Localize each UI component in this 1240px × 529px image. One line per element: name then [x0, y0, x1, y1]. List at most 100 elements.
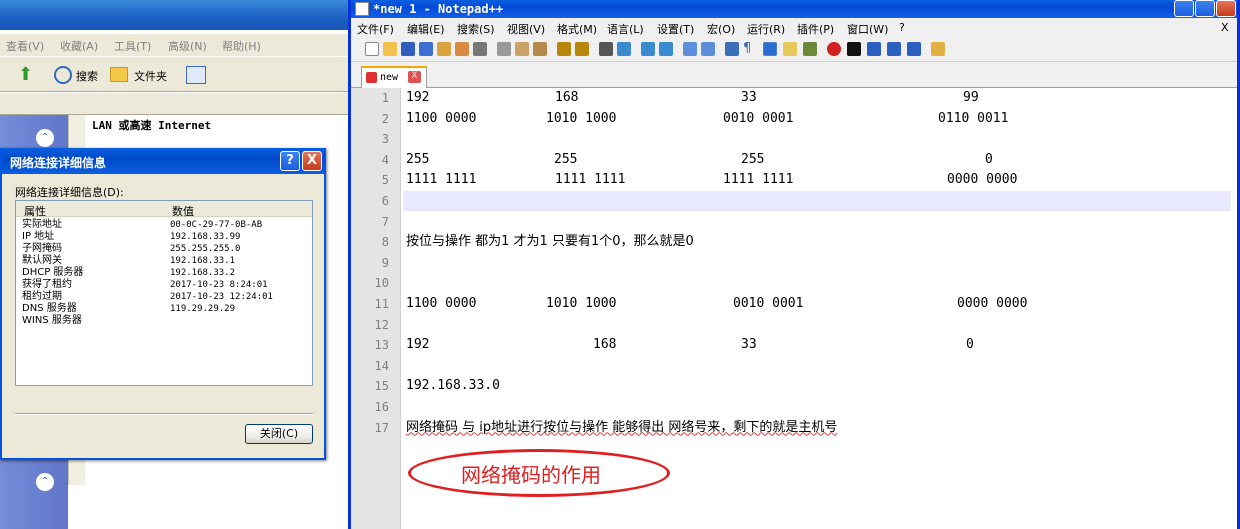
dialog-separator: [15, 413, 313, 415]
stop-macro-icon[interactable]: [847, 42, 861, 56]
document-close-icon[interactable]: X: [1221, 21, 1229, 34]
paste-icon[interactable]: [533, 42, 547, 56]
close-button[interactable]: 关闭(C): [245, 424, 313, 444]
notepad-app-icon: [355, 2, 369, 16]
menu-advanced[interactable]: 高级(N): [168, 38, 207, 54]
list-item[interactable]: DNS 服务器 119.29.29.29: [16, 303, 312, 315]
help-button[interactable]: ?: [280, 151, 300, 171]
folder-icon[interactable]: [110, 67, 128, 82]
record-macro-icon[interactable]: [827, 42, 841, 56]
text-cell: 0000 0000: [947, 172, 1018, 188]
close-file-icon[interactable]: [437, 42, 451, 56]
play-macro-icon[interactable]: [867, 42, 881, 56]
tab-close-icon[interactable]: X: [408, 71, 421, 83]
menu-tools[interactable]: 工具(T): [114, 38, 151, 54]
collapse-icon[interactable]: ⌃: [36, 473, 54, 491]
menu-edit[interactable]: 编辑(E): [407, 21, 445, 37]
print-icon[interactable]: [473, 42, 487, 56]
menu-window[interactable]: 窗口(W): [847, 21, 888, 37]
tab-new[interactable]: new X: [361, 66, 427, 88]
up-folder-icon[interactable]: ⬆: [18, 66, 36, 84]
sync-horizontal-icon[interactable]: [701, 42, 715, 56]
property-value: 192.168.33.99: [170, 232, 241, 242]
save-icon[interactable]: [401, 42, 415, 56]
menu-view[interactable]: 视图(V): [507, 21, 545, 37]
text-cell: 168: [593, 337, 617, 353]
text-cell: 192.168.33.0: [406, 378, 500, 394]
open-file-icon[interactable]: [383, 42, 397, 56]
zoom-in-icon[interactable]: [641, 42, 655, 56]
search-icon[interactable]: [54, 66, 72, 84]
minimize-button[interactable]: [1174, 0, 1194, 17]
menu-help[interactable]: 帮助(H): [222, 38, 261, 54]
menu-help[interactable]: ?: [899, 21, 905, 34]
property-value: 2017-10-23 8:24:01: [170, 280, 268, 290]
list-item[interactable]: IP 地址 192.168.33.99: [16, 231, 312, 243]
column-value[interactable]: 数值: [172, 203, 194, 219]
close-all-icon[interactable]: [455, 42, 469, 56]
search-button[interactable]: 搜索: [76, 68, 98, 84]
line-number: 7: [381, 214, 389, 229]
folders-button[interactable]: 文件夹: [134, 68, 167, 84]
menu-run[interactable]: 运行(R): [747, 21, 785, 37]
replace-icon[interactable]: [617, 42, 631, 56]
details-list[interactable]: 属性 数值 实际地址 00-0C-29-77-0B-AB IP 地址 192.168…: [15, 200, 313, 386]
run-macro-multiple-icon[interactable]: [887, 42, 901, 56]
menu-settings[interactable]: 设置(T): [657, 21, 694, 37]
list-item[interactable]: DHCP 服务器 192.168.33.2: [16, 267, 312, 279]
save-macro-icon[interactable]: [907, 42, 921, 56]
menu-language[interactable]: 语言(L): [607, 21, 644, 37]
dialog-close-icon[interactable]: X: [302, 151, 322, 171]
menu-file[interactable]: 文件(F): [357, 21, 394, 37]
menu-plugins[interactable]: 插件(P): [797, 21, 834, 37]
maximize-button[interactable]: [1195, 0, 1215, 17]
explorer-title-bar[interactable]: [0, 0, 348, 30]
menu-view[interactable]: 查看(V): [6, 38, 44, 54]
network-details-dialog: 网络连接详细信息 ? X 网络连接详细信息(D): 属性 数值 实际地址 00-0…: [0, 148, 326, 460]
list-item[interactable]: 租约过期 2017-10-23 12:24:01: [16, 291, 312, 303]
text-line: 网络掩码 与 ip地址进行按位与操作 能够得出 网络号来，剩下的就是主机号: [406, 419, 838, 435]
copy-icon[interactable]: [515, 42, 529, 56]
doc-map-icon[interactable]: [803, 42, 817, 56]
property-value: 255.255.255.0: [170, 244, 241, 254]
property-name: 默认网关: [22, 255, 62, 266]
explorer-address-bar[interactable]: [0, 93, 348, 115]
text-cell: 192: [406, 337, 430, 353]
find-icon[interactable]: [599, 42, 613, 56]
cut-icon[interactable]: [497, 42, 511, 56]
list-item[interactable]: 获得了租约 2017-10-23 8:24:01: [16, 279, 312, 291]
window-close-button[interactable]: [1216, 0, 1236, 17]
list-item[interactable]: 子网掩码 255.255.255.0: [16, 243, 312, 255]
indent-guide-icon[interactable]: [763, 42, 777, 56]
undo-icon[interactable]: [557, 42, 571, 56]
new-file-icon[interactable]: [365, 42, 379, 56]
user-lang-icon[interactable]: [783, 42, 797, 56]
menu-search[interactable]: 搜索(S): [457, 21, 495, 37]
text-editor[interactable]: 1 2 3 4 5 6 7 8 9 10 11 12 13 14 15 16 1…: [351, 88, 1231, 529]
plugin-icon[interactable]: [931, 42, 945, 56]
text-cell: 1100 0000: [406, 110, 477, 126]
redo-icon[interactable]: [575, 42, 589, 56]
list-item[interactable]: 实际地址 00-0C-29-77-0B-AB: [16, 219, 312, 231]
list-item[interactable]: WINS 服务器: [16, 315, 312, 327]
sync-vertical-icon[interactable]: [683, 42, 697, 56]
line-number: 16: [374, 400, 389, 414]
menu-favorites[interactable]: 收藏(A): [60, 38, 98, 54]
dialog-title-bar[interactable]: 网络连接详细信息: [2, 148, 324, 174]
npp-title-bar[interactable]: *new 1 - Notepad++: [351, 0, 1237, 18]
dialog-title: 网络连接详细信息: [10, 156, 107, 170]
save-all-icon[interactable]: [419, 42, 433, 56]
text-cell: 0: [985, 151, 993, 167]
collapse-icon[interactable]: ⌃: [36, 129, 54, 147]
text-cell: 0000 0000: [957, 296, 1028, 311]
explorer-toolbar: ⬆ 搜索 文件夹: [0, 56, 348, 92]
show-all-chars-icon[interactable]: ¶: [743, 42, 757, 56]
column-property[interactable]: 属性: [24, 203, 46, 219]
npp-tab-bar: new X: [351, 62, 1237, 88]
views-icon[interactable]: [186, 66, 206, 84]
menu-macro[interactable]: 宏(O): [707, 21, 735, 37]
word-wrap-icon[interactable]: [725, 42, 739, 56]
list-item[interactable]: 默认网关 192.168.33.1: [16, 255, 312, 267]
menu-format[interactable]: 格式(M): [557, 21, 597, 37]
zoom-out-icon[interactable]: [659, 42, 673, 56]
